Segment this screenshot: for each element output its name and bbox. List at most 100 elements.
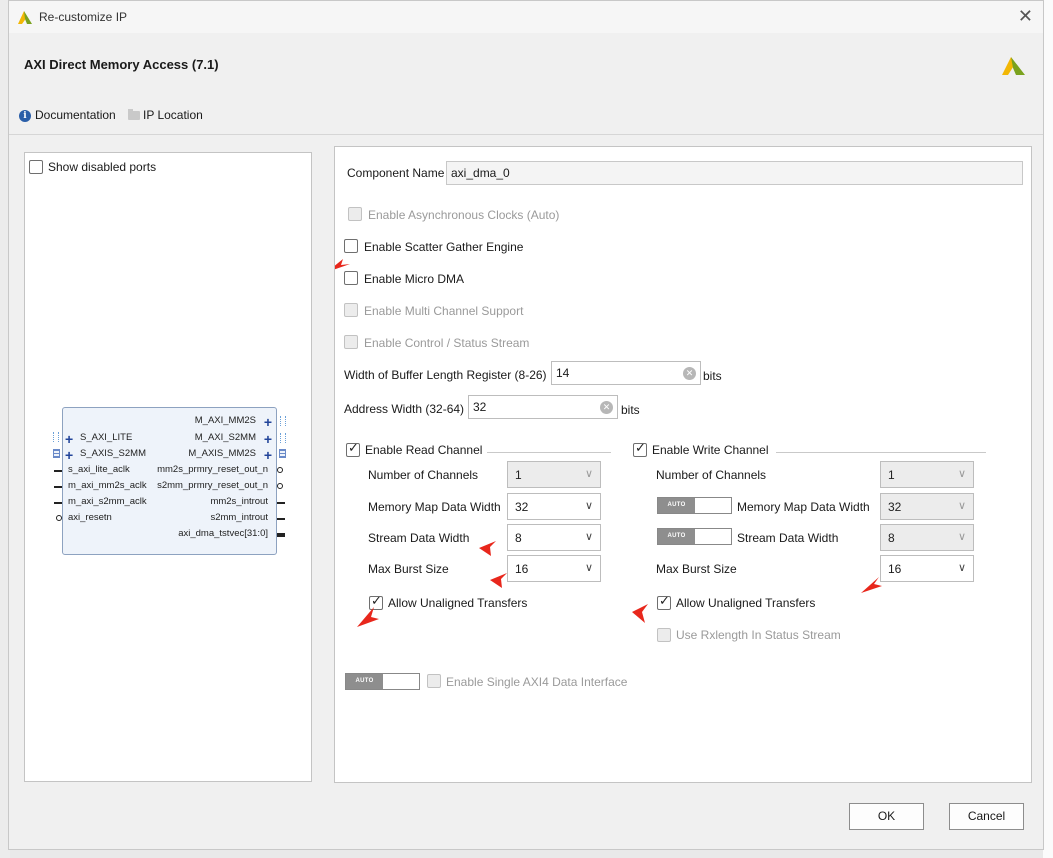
enable-read-channel-checkbox[interactable] xyxy=(346,441,360,457)
address-width-input[interactable]: 32 ✕ xyxy=(468,395,618,419)
bus-connector-icon xyxy=(280,416,286,426)
auto-toggle-knob: AUTO xyxy=(658,498,695,513)
read-max-burst-label: Max Burst Size xyxy=(368,562,449,576)
ip-title: AXI Direct Memory Access (7.1) xyxy=(24,57,219,72)
enable-micro-dma-label: Enable Micro DMA xyxy=(364,272,465,286)
expand-plus-icon[interactable]: + xyxy=(65,432,73,446)
port-m-axi-s2mm-aclk: m_axi_s2mm_aclk xyxy=(68,496,147,507)
arrow-icon xyxy=(479,541,496,556)
port-mm2s-introut: mm2s_introut xyxy=(210,496,268,507)
folder-icon xyxy=(128,109,140,120)
enable-multi-channel-checkbox[interactable] xyxy=(344,303,358,317)
address-width-value: 32 xyxy=(473,400,487,414)
port-mm2s-prmry-reset-out-n: mm2s_prmry_reset_out_n xyxy=(157,464,268,475)
write-allow-unaligned-checkbox[interactable] xyxy=(657,594,671,610)
xilinx-logo-icon xyxy=(1002,57,1025,75)
single-axi4-checkbox[interactable] xyxy=(427,674,441,688)
enable-multi-channel-label: Enable Multi Channel Support xyxy=(364,304,524,318)
stream-bus-icon xyxy=(53,449,60,458)
read-mm-data-width-select[interactable]: 32 ∨ xyxy=(507,493,601,520)
ip-symbol-pane: Show disabled ports M_AXI_MM2S + M_AXI_S… xyxy=(24,152,312,782)
port-s-axi-lite-aclk: s_axi_lite_aclk xyxy=(68,464,130,475)
enable-control-status-checkbox[interactable] xyxy=(344,335,358,349)
port-line xyxy=(54,502,62,504)
title-bar: Re-customize IP ✕ xyxy=(9,1,1043,33)
chevron-down-icon: ∨ xyxy=(584,500,593,512)
bus-connector-icon xyxy=(53,432,59,442)
write-stream-data-width-label: Stream Data Width xyxy=(737,531,839,545)
expand-plus-icon[interactable]: + xyxy=(264,415,272,429)
single-axi4-label: Enable Single AXI4 Data Interface xyxy=(446,675,628,689)
component-name-field[interactable]: axi_dma_0 xyxy=(446,161,1023,185)
ok-button[interactable]: OK xyxy=(849,803,924,830)
close-icon[interactable]: ✕ xyxy=(1018,6,1033,27)
read-mm-data-width-value: 32 xyxy=(515,500,529,514)
read-num-channels-select[interactable]: 1 ∨ xyxy=(507,461,601,488)
write-stream-data-width-value: 8 xyxy=(888,531,895,545)
window-title: Re-customize IP xyxy=(39,10,128,24)
show-disabled-ports-checkbox[interactable] xyxy=(29,160,43,174)
arrow-icon xyxy=(632,604,648,623)
port-circle-icon xyxy=(277,483,283,489)
chevron-down-icon: ∨ xyxy=(957,531,966,543)
port-m-axi-s2mm: M_AXI_S2MM xyxy=(194,432,256,443)
read-stream-data-width-value: 8 xyxy=(515,531,522,545)
write-max-burst-select[interactable]: 16 ∨ xyxy=(880,555,974,582)
enable-scatter-gather-checkbox[interactable] xyxy=(344,239,358,253)
enable-control-status-label: Enable Control / Status Stream xyxy=(364,336,530,350)
port-m-axi-mm2s: M_AXI_MM2S xyxy=(194,415,256,426)
write-num-channels-value: 1 xyxy=(888,468,895,482)
read-max-burst-select[interactable]: 16 ∨ xyxy=(507,555,601,582)
port-bus-line xyxy=(277,533,285,537)
enable-async-clocks-checkbox[interactable] xyxy=(348,207,362,221)
read-num-channels-value: 1 xyxy=(515,468,522,482)
write-mm-data-width-auto-toggle[interactable]: AUTO xyxy=(657,497,732,514)
write-stream-data-width-auto-toggle[interactable]: AUTO xyxy=(657,528,732,545)
group-divider xyxy=(487,452,611,453)
port-circle-icon xyxy=(277,467,283,473)
documentation-link[interactable]: Documentation xyxy=(35,108,116,122)
read-stream-data-width-select[interactable]: 8 ∨ xyxy=(507,524,601,551)
enable-write-channel-checkbox[interactable] xyxy=(633,441,647,457)
enable-read-channel-label: Enable Read Channel xyxy=(365,443,483,457)
auto-toggle-knob: AUTO xyxy=(658,529,695,544)
read-allow-unaligned-checkbox[interactable] xyxy=(369,594,383,610)
use-rxlength-checkbox[interactable] xyxy=(657,628,671,642)
port-m-axis-mm2s: M_AXIS_MM2S xyxy=(188,448,256,459)
link-bar: i Documentation IP Location xyxy=(9,97,1043,133)
write-mm-data-width-value: 32 xyxy=(888,500,902,514)
arrow-icon xyxy=(357,607,379,627)
cancel-button[interactable]: Cancel xyxy=(949,803,1024,830)
buffer-length-input[interactable]: 14 ✕ xyxy=(551,361,701,385)
read-num-channels-label: Number of Channels xyxy=(368,468,479,482)
single-axi4-auto-toggle[interactable]: AUTO xyxy=(345,673,420,690)
address-width-unit: bits xyxy=(621,403,640,417)
write-num-channels-select[interactable]: 1 ∨ xyxy=(880,461,974,488)
enable-scatter-gather-label: Enable Scatter Gather Engine xyxy=(364,240,524,254)
port-circle-icon xyxy=(56,515,62,521)
enable-micro-dma-checkbox[interactable] xyxy=(344,271,358,285)
expand-plus-icon[interactable]: + xyxy=(264,432,272,446)
expand-plus-icon[interactable]: + xyxy=(264,448,272,462)
auto-toggle-knob: AUTO xyxy=(346,674,383,689)
component-name-value: axi_dma_0 xyxy=(451,166,510,180)
clear-icon[interactable]: ✕ xyxy=(683,367,696,380)
expand-plus-icon[interactable]: + xyxy=(65,448,73,462)
stream-bus-icon xyxy=(279,449,286,458)
read-allow-unaligned-label: Allow Unaligned Transfers xyxy=(388,596,528,610)
ip-location-link[interactable]: IP Location xyxy=(143,108,203,122)
write-mm-data-width-select[interactable]: 32 ∨ xyxy=(880,493,974,520)
dialog-header: AXI Direct Memory Access (7.1) xyxy=(9,33,1043,97)
read-mm-data-width-label: Memory Map Data Width xyxy=(368,500,501,514)
write-stream-data-width-select[interactable]: 8 ∨ xyxy=(880,524,974,551)
write-num-channels-label: Number of Channels xyxy=(656,468,767,482)
show-disabled-ports-label: Show disabled ports xyxy=(48,160,157,174)
chevron-down-icon: ∨ xyxy=(584,562,593,574)
write-max-burst-label: Max Burst Size xyxy=(656,562,737,576)
divider xyxy=(9,134,1043,135)
clear-icon[interactable]: ✕ xyxy=(600,401,613,414)
chevron-down-icon: ∨ xyxy=(584,531,593,543)
read-max-burst-value: 16 xyxy=(515,562,529,576)
port-s2mm-introut: s2mm_introut xyxy=(210,512,268,523)
port-s-axi-lite: S_AXI_LITE xyxy=(80,432,133,443)
